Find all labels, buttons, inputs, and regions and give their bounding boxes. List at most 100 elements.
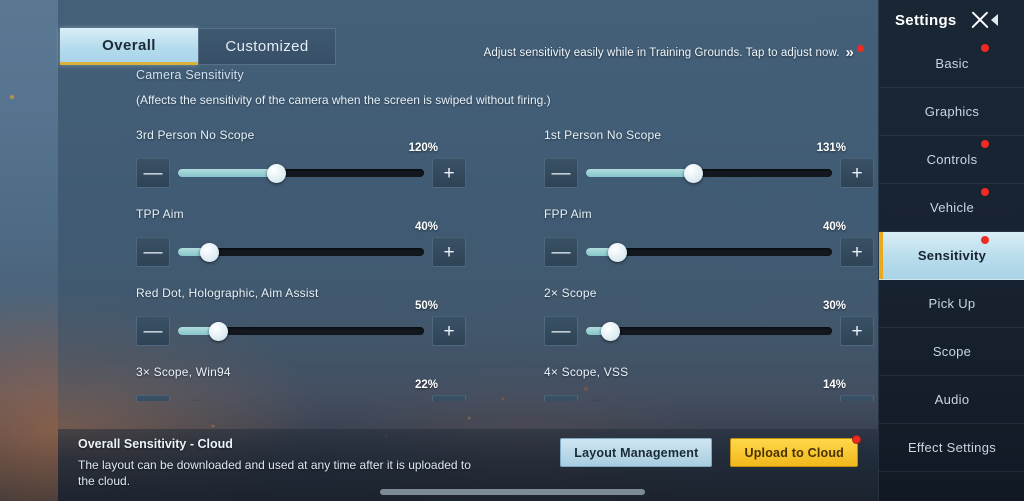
sidebar-item-scope[interactable]: Scope (879, 328, 1024, 376)
footer-title: Overall Sensitivity - Cloud (78, 437, 233, 451)
slider-value: 131% (816, 142, 846, 154)
slider-row-3x-scope-win94: 3× Scope, Win94 22% — + (136, 365, 466, 401)
notification-dot-icon (852, 435, 861, 444)
sidebar-nav-list: Basic Graphics Controls Vehicle Sensitiv… (879, 40, 1024, 472)
layout-management-label: Layout Management (574, 445, 699, 460)
slider-track[interactable] (586, 395, 832, 401)
slider-value: 40% (414, 221, 438, 233)
section-description: (Affects the sensitivity of the camera w… (136, 93, 551, 107)
slider-thumb[interactable] (266, 164, 286, 183)
slider-label: FPP Aim (544, 207, 592, 221)
decrement-button[interactable]: — (544, 237, 578, 267)
settings-panel: Overall Customized Adjust sensitivity ea… (58, 0, 878, 501)
slider-thumb[interactable] (200, 243, 220, 262)
sidebar-item-graphics[interactable]: Graphics (879, 88, 1024, 136)
sidebar-item-label: Pick Up (928, 296, 976, 311)
slider-thumb[interactable] (601, 322, 621, 341)
sidebar-item-label: Scope (932, 344, 972, 359)
sidebar-item-basic[interactable]: Basic (879, 40, 1024, 88)
increment-button[interactable]: + (840, 395, 874, 401)
slider-track[interactable] (178, 395, 424, 401)
close-button[interactable] (971, 11, 998, 30)
footer-description: The layout can be downloaded and used at… (78, 458, 471, 488)
decrement-button[interactable]: — (544, 158, 578, 188)
notification-dot-icon (981, 236, 989, 244)
upload-to-cloud-button[interactable]: Upload to Cloud (730, 435, 861, 467)
tab-customized-label: Customized (225, 38, 309, 55)
slider-row-1st-person-no-scope: 1st Person No Scope 131% — + (544, 128, 874, 188)
decrement-button[interactable]: — (136, 316, 170, 346)
increment-button[interactable]: + (840, 158, 874, 188)
decrement-button[interactable]: — (544, 395, 578, 401)
notice-text: Adjust sensitivity easily while in Train… (483, 46, 840, 59)
increment-button[interactable]: + (432, 316, 466, 346)
slider-value: 50% (414, 300, 438, 312)
slider-row-3rd-person-no-scope: 3rd Person No Scope 120% — + (136, 128, 466, 188)
increment-button[interactable]: + (432, 237, 466, 267)
sidebar-item-audio[interactable]: Audio (879, 376, 1024, 424)
sidebar-item-sensitivity[interactable]: Sensitivity (879, 232, 1024, 280)
slider-value: 30% (822, 300, 846, 312)
sidebar-title: Settings (895, 11, 957, 29)
horizontal-scrollbar[interactable] (380, 489, 645, 495)
slider-label: 3rd Person No Scope (136, 128, 255, 142)
increment-button[interactable]: + (840, 237, 874, 267)
slider-label: Red Dot, Holographic, Aim Assist (136, 286, 319, 300)
settings-sidebar: Settings Basic Graphics Controls Vehicle… (878, 0, 1024, 501)
sidebar-item-effect-settings[interactable]: Effect Settings (879, 424, 1024, 472)
slider-track[interactable] (586, 237, 832, 267)
decrement-button[interactable]: — (136, 395, 170, 401)
slider-row-4x-scope-vss: 4× Scope, VSS 14% — + (544, 365, 874, 401)
slider-thumb[interactable] (683, 164, 703, 183)
slider-row-fpp-aim: FPP Aim 40% — + (544, 207, 874, 267)
slider-track[interactable] (178, 237, 424, 267)
slider-label: 4× Scope, VSS (544, 365, 629, 379)
tab-customized[interactable]: Customized (198, 28, 336, 65)
slider-label: 2× Scope (544, 286, 597, 300)
tab-overall-label: Overall (102, 36, 156, 54)
slider-label: 1st Person No Scope (544, 128, 662, 142)
increment-button[interactable]: + (432, 395, 466, 401)
increment-button[interactable]: + (840, 316, 874, 346)
notification-dot-icon (981, 44, 989, 52)
sidebar-header: Settings (879, 0, 1024, 40)
sidebar-item-label: Controls (926, 152, 978, 167)
slider-fill (586, 169, 693, 177)
decrement-button[interactable]: — (544, 316, 578, 346)
slider-track[interactable] (586, 316, 832, 346)
sidebar-item-pick-up[interactable]: Pick Up (879, 280, 1024, 328)
notification-dot-icon (857, 44, 864, 52)
increment-button[interactable]: + (432, 158, 466, 188)
footer-buttons: Layout Management Upload to Cloud (560, 435, 861, 467)
sidebar-item-label: Vehicle (929, 200, 975, 215)
decrement-button[interactable]: — (136, 237, 170, 267)
slider-track[interactable] (178, 158, 424, 188)
section-title: Camera Sensitivity (136, 68, 244, 82)
sidebar-item-label: Sensitivity (917, 248, 987, 263)
slider-thumb[interactable] (608, 243, 628, 262)
slider-row-2x-scope: 2× Scope 30% — + (544, 286, 874, 346)
slider-row-tpp-aim: TPP Aim 40% — + (136, 207, 466, 267)
decrement-button[interactable]: — (136, 158, 170, 188)
slider-value: 40% (822, 221, 846, 233)
slider-value: 120% (408, 142, 438, 154)
tab-bar: Overall Customized (60, 28, 336, 65)
sidebar-item-label: Basic (935, 56, 969, 71)
layout-management-button[interactable]: Layout Management (560, 438, 713, 467)
chevron-right-icon: » (845, 44, 854, 61)
sidebar-item-label: Audio (934, 392, 970, 407)
notification-dot-icon (981, 188, 989, 196)
slider-bar (586, 327, 832, 335)
close-icon (971, 11, 990, 30)
slider-thumb[interactable] (209, 322, 229, 341)
training-grounds-notice[interactable]: Adjust sensitivity easily while in Train… (484, 44, 864, 61)
slider-track[interactable] (586, 158, 832, 188)
notification-dot-icon (981, 140, 989, 148)
slider-label: TPP Aim (136, 207, 184, 221)
slider-track[interactable] (178, 316, 424, 346)
slider-value: 22% (414, 379, 438, 391)
sidebar-item-controls[interactable]: Controls (879, 136, 1024, 184)
sidebar-item-label: Graphics (924, 104, 980, 119)
tab-overall[interactable]: Overall (60, 28, 198, 65)
sidebar-item-vehicle[interactable]: Vehicle (879, 184, 1024, 232)
